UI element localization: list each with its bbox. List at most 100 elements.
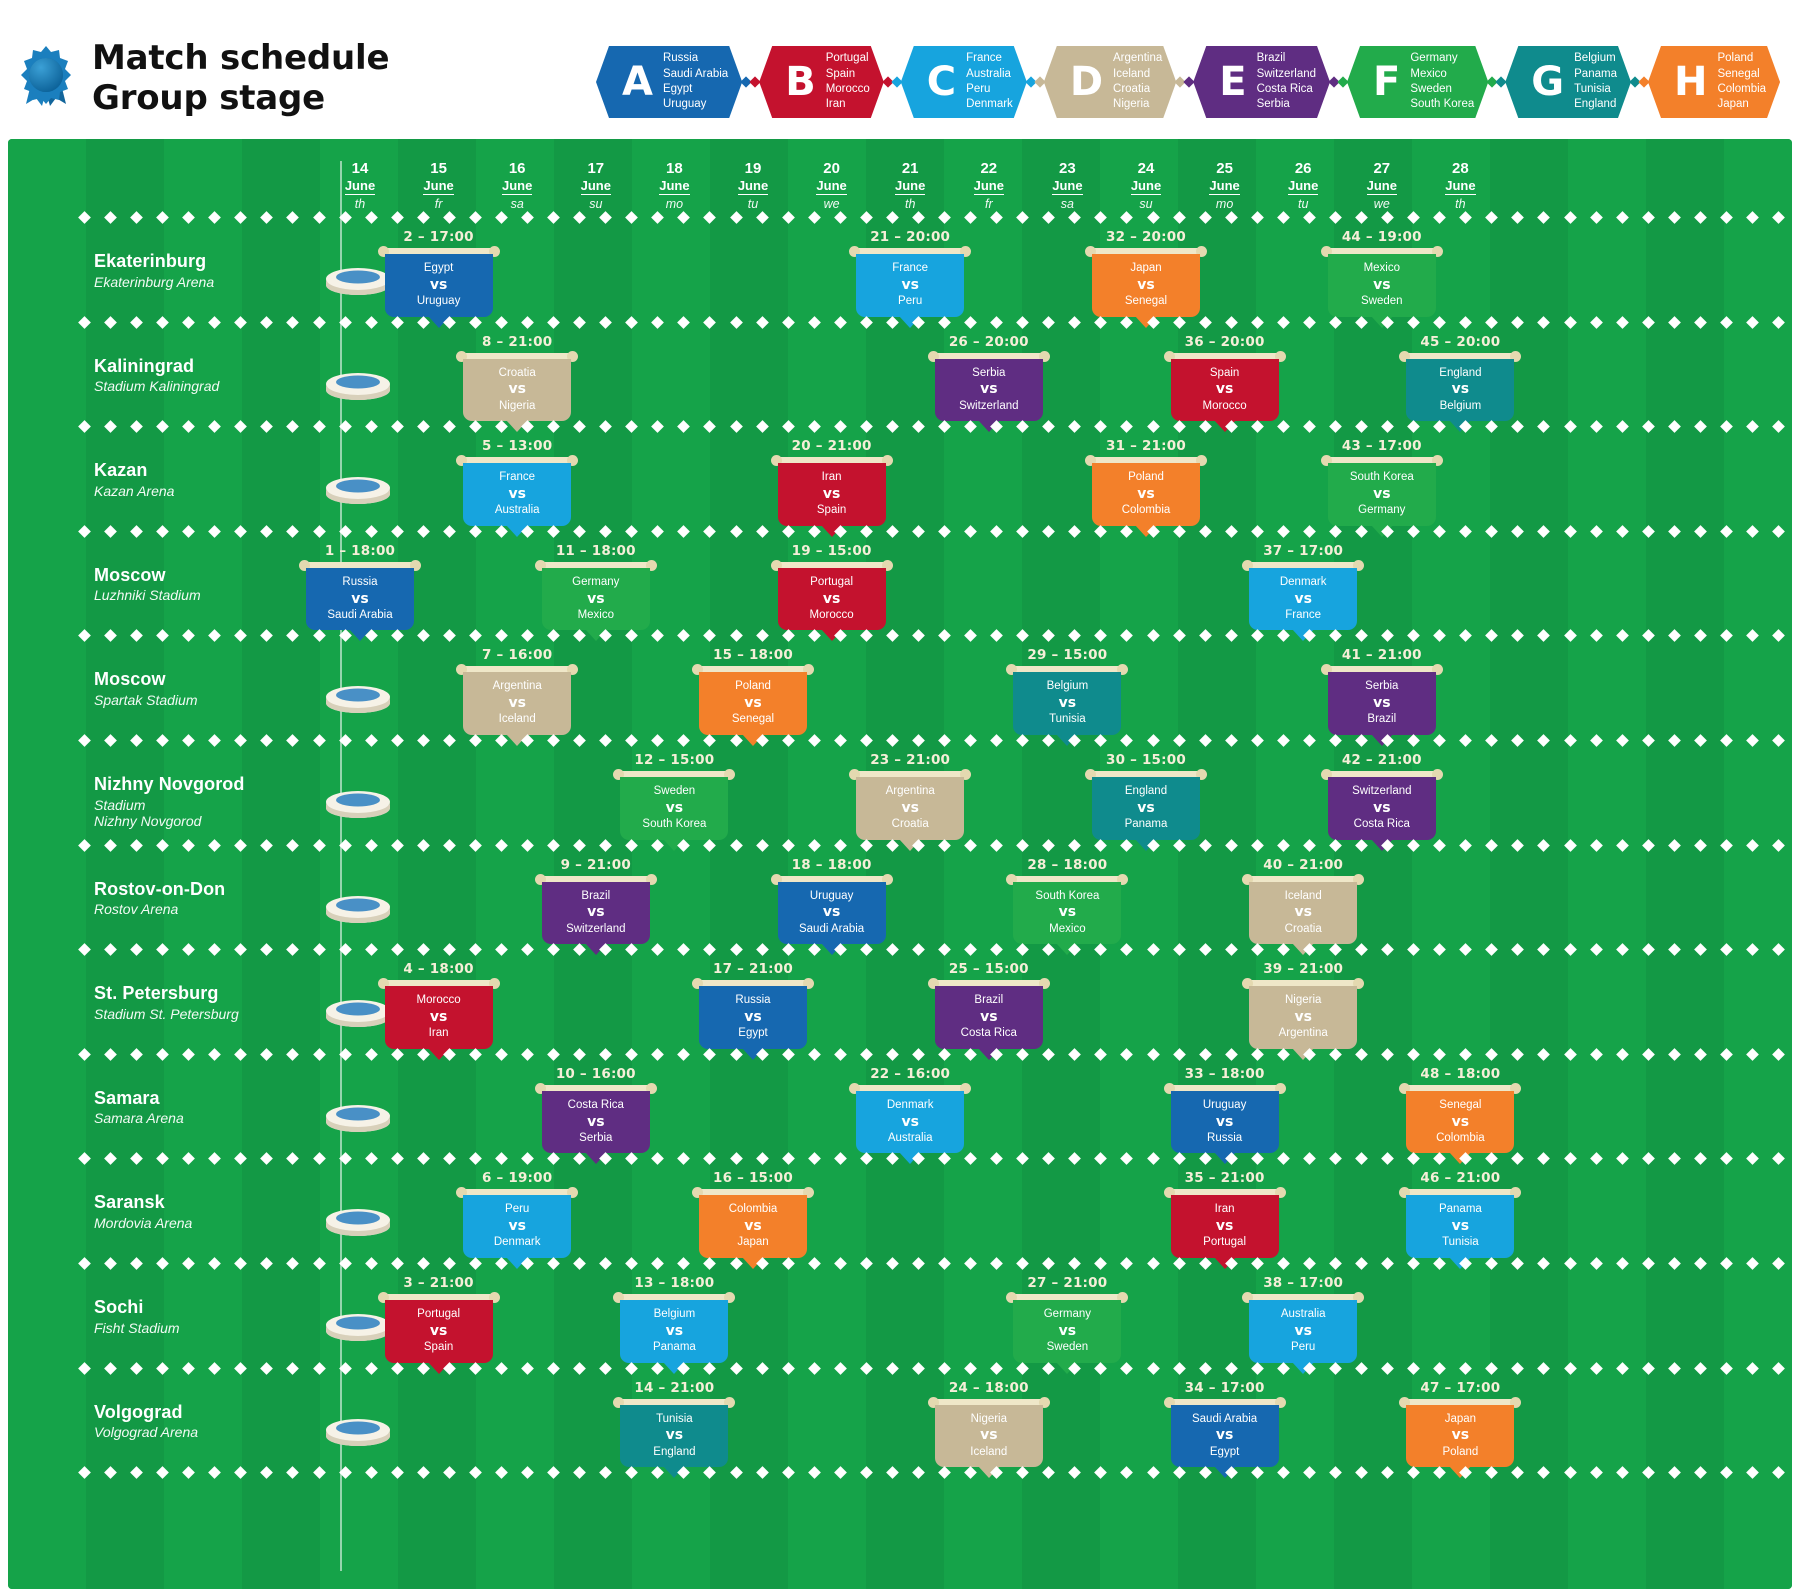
separator-diamond [1589, 1361, 1603, 1375]
match-card[interactable]: 11 – 18:00 Germany vs Mexico [534, 543, 657, 631]
match-number: 28 [1027, 856, 1047, 873]
match-time: 21:00 [670, 1379, 715, 1396]
separator-diamond [891, 76, 903, 88]
match-card[interactable]: 25 – 15:00 Brazil vs Costa Rica [927, 961, 1050, 1049]
home-team: Serbia [972, 366, 1006, 379]
match-card[interactable]: 42 – 21:00 Switzerland vs Costa Rica [1320, 752, 1443, 840]
group-card-f[interactable]: F Germany Mexico Sweden South Korea [1347, 46, 1488, 118]
match-card-bar [770, 559, 893, 571]
separator-diamond [1250, 1466, 1264, 1480]
match-card[interactable]: 22 – 16:00 Denmark vs Australia [849, 1066, 972, 1154]
venue-label[interactable]: Kaliningrad Stadium Kaliningrad [94, 356, 390, 400]
separator-diamond [442, 1047, 456, 1061]
group-card-c[interactable]: C France Australia Peru Denmark [901, 46, 1027, 118]
match-card[interactable]: 24 – 18:00 Nigeria vs Iceland [927, 1380, 1050, 1468]
match-card[interactable]: 43 – 17:00 South Korea vs Germany [1320, 438, 1443, 526]
group-card-b[interactable]: B Portugal Spain Morocco Iran [759, 46, 884, 118]
match-card[interactable]: 37 – 17:00 Denmark vs France [1242, 543, 1365, 631]
match-card[interactable]: 30 – 15:00 England vs Panama [1085, 752, 1207, 840]
separator-diamond [651, 420, 665, 434]
match-card[interactable]: 19 – 15:00 Portugal vs Morocco [770, 543, 893, 631]
separator-diamond [625, 1361, 639, 1375]
group-card-h[interactable]: H Poland Senegal Colombia Japan [1648, 46, 1780, 118]
away-team: Belgium [1439, 399, 1482, 412]
match-card[interactable]: 39 – 21:00 Nigeria vs Argentina [1242, 961, 1365, 1049]
match-card[interactable]: 41 – 21:00 Serbia vs Brazil [1320, 647, 1443, 736]
match-card[interactable]: 14 – 21:00 Tunisia vs England [613, 1379, 736, 1468]
separator-diamond [1198, 838, 1212, 852]
match-card[interactable]: 38 – 17:00 Australia vs Peru [1242, 1275, 1365, 1363]
match-card[interactable]: 15 – 18:00 Poland vs Senegal [692, 647, 814, 736]
venue-label[interactable]: Moscow Spartak Stadium [94, 669, 390, 714]
group-card-d[interactable]: D Argentina Iceland Croatia Nigeria [1044, 46, 1176, 118]
venue-label[interactable]: Sochi Fisht Stadium [94, 1297, 390, 1341]
match-card[interactable]: 9 – 21:00 Brazil vs Switzerland [534, 857, 657, 945]
separator-diamond [104, 315, 117, 329]
group-card-a[interactable]: A Russia Saudi Arabia Egypt Uruguay [596, 46, 742, 118]
match-card[interactable]: 33 – 18:00 Uruguay vs Russia [1163, 1066, 1286, 1154]
separator-diamond [1693, 420, 1707, 434]
match-body: Iran vs Portugal [1170, 1195, 1279, 1259]
separator-diamond [964, 629, 977, 643]
match-card[interactable]: 13 – 18:00 Belgium vs Panama [613, 1275, 736, 1363]
date-column-25: 25 June mo [1182, 161, 1268, 214]
group-card-g[interactable]: G Belgium Panama Tunisia England [1505, 46, 1631, 118]
match-card[interactable]: 18 – 18:00 Uruguay vs Saudi Arabia [770, 857, 893, 945]
match-card[interactable]: 23 – 21:00 Argentina vs Croatia [849, 752, 972, 840]
venue-label[interactable]: Saransk Mordovia Arena [94, 1192, 390, 1237]
match-card[interactable]: 47 – 17:00 Japan vs Poland [1399, 1380, 1522, 1468]
venue-label[interactable]: St. Petersburg Stadium St. Petersburg [94, 983, 390, 1028]
separator-diamond [964, 1361, 977, 1375]
match-card[interactable]: 46 – 21:00 Panama vs Tunisia [1399, 1170, 1522, 1259]
match-card[interactable]: 3 – 21:00 Portugal vs Spain [377, 1275, 500, 1363]
match-card[interactable]: 45 – 20:00 England vs Belgium [1399, 334, 1522, 422]
match-card[interactable]: 7 – 16:00 Argentina vs Iceland [456, 647, 579, 736]
match-card[interactable]: 40 – 21:00 Iceland vs Croatia [1242, 857, 1365, 945]
match-card[interactable]: 32 – 20:00 Japan vs Senegal [1085, 229, 1207, 317]
vs-label: vs [1058, 695, 1077, 712]
match-card[interactable]: 1 – 18:00 Russia vs Saudi Arabia [299, 543, 421, 631]
match-card[interactable]: 44 – 19:00 Mexico vs Sweden [1320, 229, 1443, 317]
match-card[interactable]: 48 – 18:00 Senegal vs Colombia [1399, 1066, 1522, 1154]
match-card[interactable]: 17 – 21:00 Russia vs Egypt [692, 961, 814, 1049]
match-card[interactable]: 4 – 18:00 Morocco vs Iran [377, 961, 500, 1049]
match-card[interactable]: 16 – 15:00 Colombia vs Japan [692, 1170, 814, 1259]
venue-label[interactable]: Nizhny Novgorod Stadium Nizhny Novgorod [94, 774, 390, 830]
venue-label[interactable]: Kazan Kazan Arena [94, 460, 390, 505]
group-card-e[interactable]: E Brazil Switzerland Costa Rica Serbia [1193, 46, 1330, 118]
match-card[interactable]: 35 – 21:00 Iran vs Portugal [1163, 1170, 1286, 1259]
match-time: 18:00 [429, 961, 474, 978]
separator-diamond [859, 524, 873, 538]
separator-diamond [104, 943, 117, 957]
match-card[interactable]: 34 – 17:00 Saudi Arabia vs Egypt [1163, 1380, 1286, 1468]
venue-label[interactable]: Ekaterinburg Ekaterinburg Arena [94, 251, 390, 295]
match-card[interactable]: 36 – 20:00 Spain vs Morocco [1163, 334, 1286, 422]
venue-label[interactable]: Volgograd Volgograd Arena [94, 1402, 390, 1446]
match-card[interactable]: 27 – 21:00 Germany vs Sweden [1006, 1275, 1129, 1363]
match-body: Australia vs Peru [1249, 1300, 1358, 1363]
match-card[interactable]: 29 – 15:00 Belgium vs Tunisia [1006, 647, 1129, 736]
match-card[interactable]: 6 – 19:00 Peru vs Denmark [456, 1170, 579, 1259]
match-card[interactable]: 26 – 20:00 Serbia vs Switzerland [927, 334, 1050, 422]
match-card[interactable]: 12 – 15:00 Sweden vs South Korea [613, 752, 736, 840]
match-card[interactable]: 2 – 17:00 Egypt vs Uruguay [377, 229, 500, 317]
venue-label[interactable]: Samara Samara Arena [94, 1088, 390, 1132]
match-card[interactable]: 21 – 20:00 France vs Peru [849, 229, 972, 317]
separator-diamond [1407, 838, 1420, 852]
date-month: June [1052, 178, 1083, 196]
match-card[interactable]: 10 – 16:00 Costa Rica vs Serbia [534, 1066, 657, 1154]
match-card[interactable]: 28 – 18:00 South Korea vs Mexico [1006, 856, 1129, 945]
separator-diamond [912, 1466, 925, 1480]
match-body: Iceland vs Croatia [1249, 881, 1358, 945]
venue-label[interactable]: Rostov-on-Don Rostov Arena [94, 879, 390, 923]
date-column-16: 16 June sa [474, 161, 560, 214]
match-card-bar [534, 559, 657, 571]
match-card[interactable]: 31 – 21:00 Poland vs Colombia [1085, 438, 1207, 526]
match-body: Germany vs Sweden [1013, 1300, 1122, 1363]
match-card[interactable]: 5 – 13:00 France vs Australia [456, 438, 579, 526]
match-time: 21:00 [508, 333, 553, 350]
match-card[interactable]: 20 – 21:00 Iran vs Spain [770, 438, 893, 526]
match-card[interactable]: 8 – 21:00 Croatia vs Nigeria [456, 333, 579, 422]
separator-diamond [1172, 1466, 1186, 1480]
separator-diamond [521, 211, 534, 224]
